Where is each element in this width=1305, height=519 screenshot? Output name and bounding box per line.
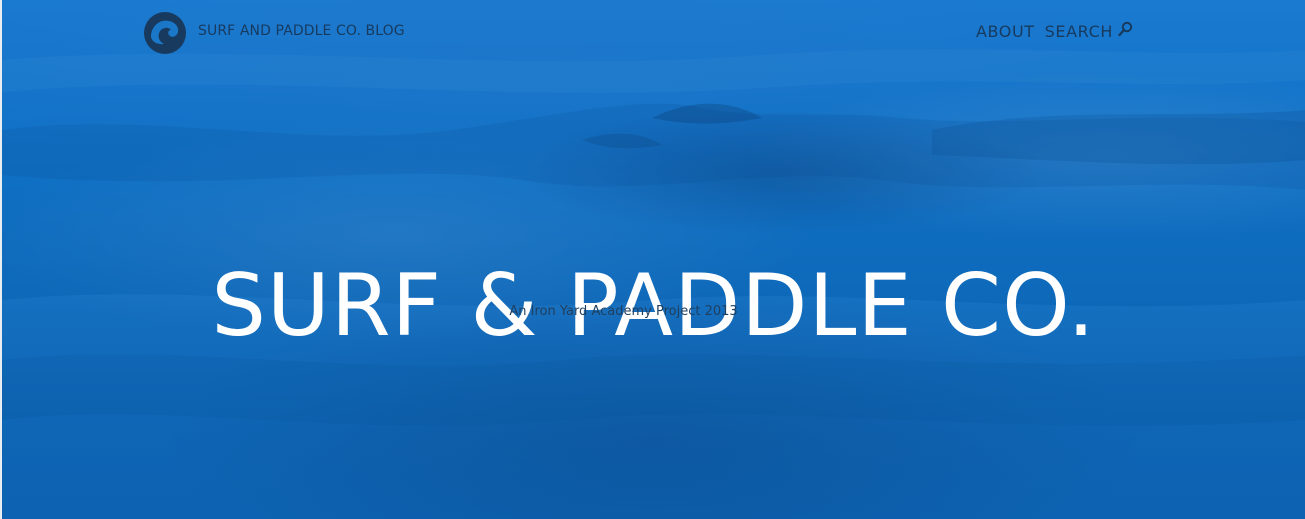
- main-nav: ABOUT SEARCH: [976, 21, 1133, 41]
- hero-banner: SURF AND PADDLE CO. BLOG ABOUT SEARCH SU…: [0, 0, 1305, 519]
- top-navigation-bar: SURF AND PADDLE CO. BLOG ABOUT SEARCH: [2, 0, 1305, 64]
- nav-search-link[interactable]: SEARCH: [1044, 21, 1133, 41]
- brand-home-link[interactable]: SURF AND PADDLE CO. BLOG: [142, 10, 405, 56]
- hero-subtitle: An Iron Yard Academy Project 2013: [2, 304, 1305, 319]
- search-icon: [1118, 21, 1133, 36]
- nav-search-label: SEARCH: [1044, 22, 1113, 41]
- hero-subtitle-text: An Iron Yard Academy Project 2013: [509, 304, 738, 319]
- wave-logo-icon: [144, 12, 186, 54]
- brand-title: SURF AND PADDLE CO. BLOG: [198, 23, 405, 39]
- nav-about-link[interactable]: ABOUT: [976, 22, 1035, 41]
